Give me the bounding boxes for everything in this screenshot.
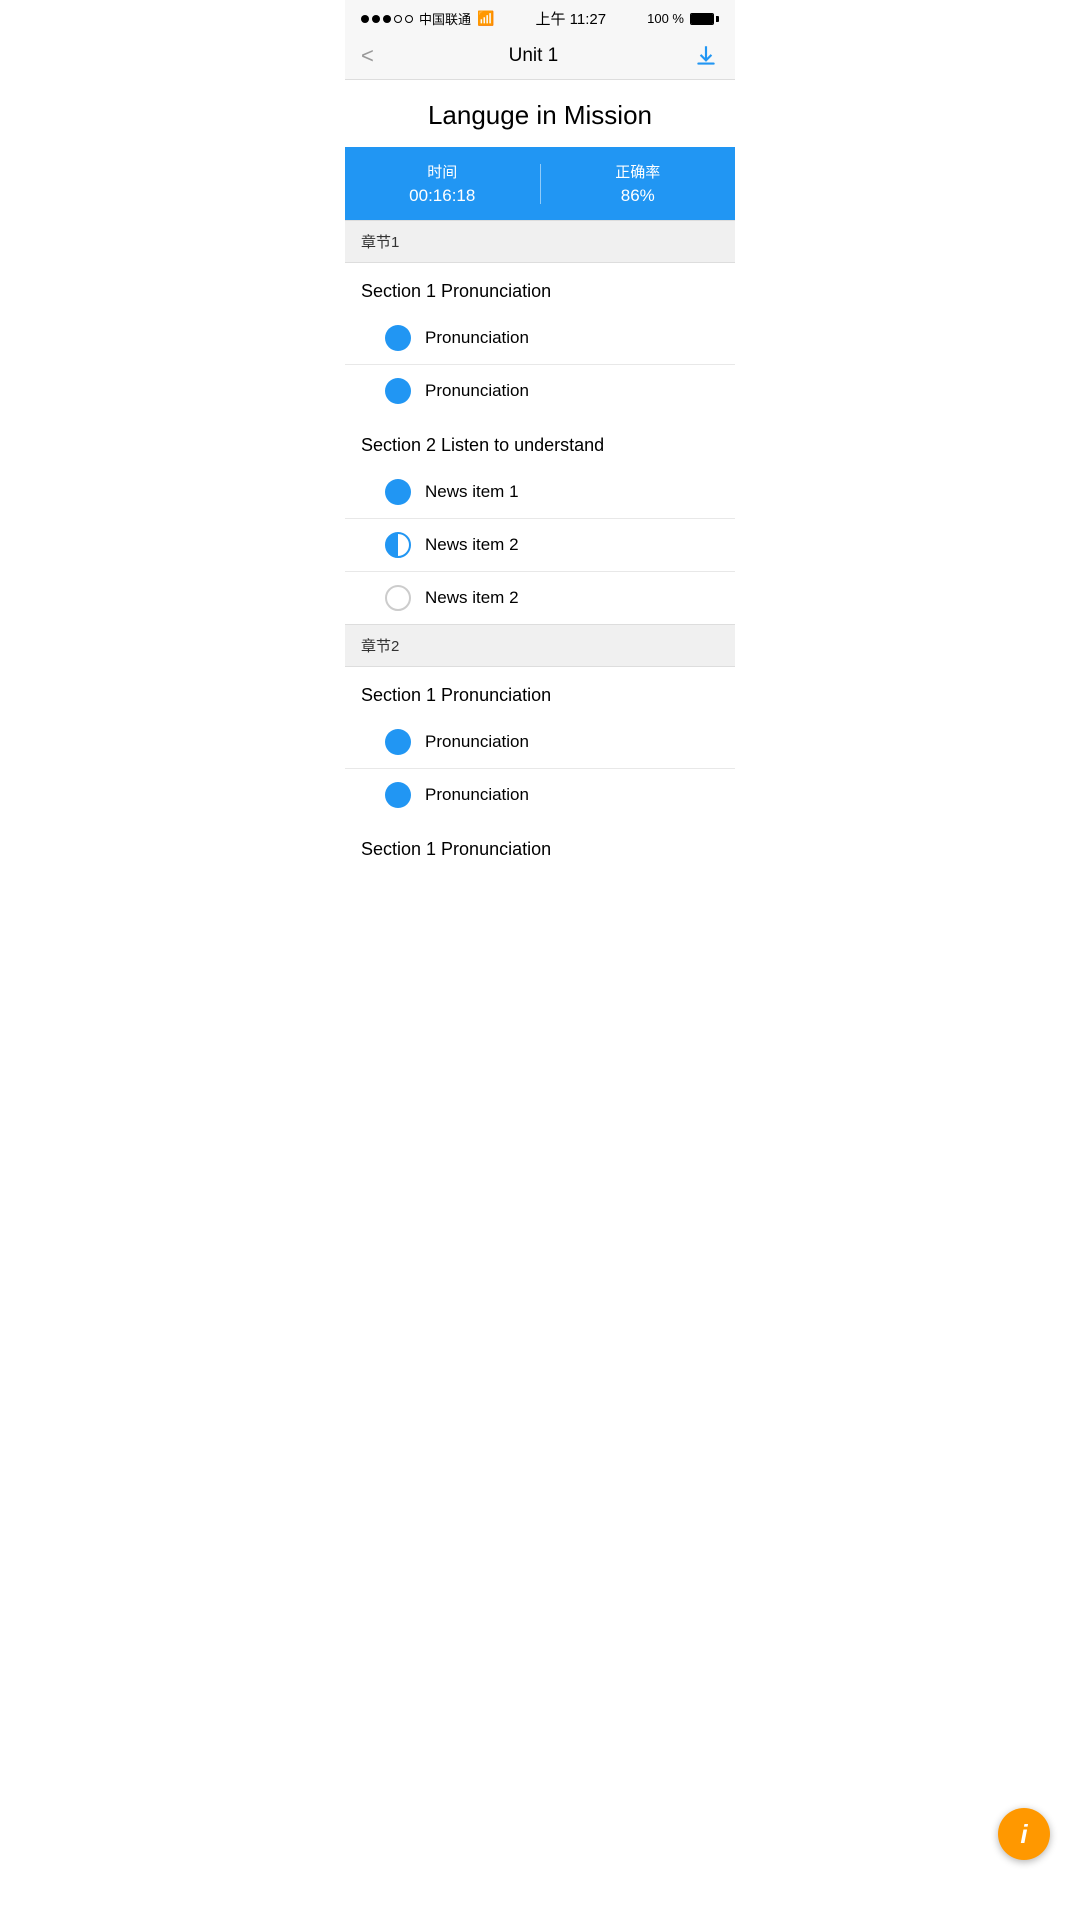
status-empty-icon — [385, 585, 411, 611]
section-1-items: Pronunciation Pronunciation — [345, 312, 735, 417]
list-item[interactable]: News item 2 — [345, 572, 735, 624]
accuracy-value: 86% — [541, 186, 736, 206]
signal-dots — [361, 15, 413, 23]
status-time: 上午 11:27 — [535, 8, 606, 29]
status-full-icon — [385, 378, 411, 404]
accuracy-stat-block: 正确率 86% — [541, 161, 736, 206]
battery-icon — [690, 13, 719, 25]
wifi-icon: 📶 — [477, 10, 494, 27]
list-item[interactable]: News item 2 — [345, 519, 735, 572]
info-button[interactable]: i — [998, 1808, 1050, 1860]
nav-bar: < Unit 1 — [345, 33, 735, 80]
battery-percent: 100 % — [647, 11, 684, 26]
chapter2-section-1-items: Pronunciation Pronunciation — [345, 716, 735, 821]
signal-dot-2 — [372, 15, 380, 23]
battery-tip — [716, 16, 719, 22]
page-title: Languge in Mission — [345, 80, 735, 147]
chapter-2-header: 章节2 — [345, 624, 735, 667]
section-2-title: Section 2 Listen to understand — [345, 417, 735, 466]
status-half-icon — [385, 532, 411, 558]
back-button[interactable]: < — [361, 43, 374, 69]
chapter2-section-2-title: Section 1 Pronunciation — [345, 821, 735, 870]
item-label: News item 2 — [425, 588, 519, 608]
accuracy-label: 正确率 — [541, 161, 736, 182]
list-item[interactable]: News item 1 — [345, 466, 735, 519]
item-label: Pronunciation — [425, 328, 529, 348]
download-icon — [693, 43, 719, 69]
section-2-items: News item 1 News item 2 News item 2 — [345, 466, 735, 624]
list-item[interactable]: Pronunciation — [345, 716, 735, 769]
status-bar: 中国联通 📶 上午 11:27 100 % — [345, 0, 735, 33]
battery-fill — [691, 14, 713, 24]
time-label: 时间 — [345, 161, 540, 182]
status-full-icon — [385, 479, 411, 505]
list-item[interactable]: Pronunciation — [345, 365, 735, 417]
signal-dot-1 — [361, 15, 369, 23]
section-1-title: Section 1 Pronunciation — [345, 263, 735, 312]
back-chevron-icon[interactable]: < — [361, 43, 374, 69]
chapter-1-header: 章节1 — [345, 220, 735, 263]
nav-title: Unit 1 — [509, 45, 559, 67]
item-label: Pronunciation — [425, 785, 529, 805]
signal-dot-3 — [383, 15, 391, 23]
download-button[interactable] — [693, 43, 719, 69]
chapter2-section-1-title: Section 1 Pronunciation — [345, 667, 735, 716]
battery-body — [690, 13, 714, 25]
stats-bar: 时间 00:16:18 正确率 86% — [345, 147, 735, 220]
item-label: Pronunciation — [425, 732, 529, 752]
status-full-icon — [385, 729, 411, 755]
time-stat-block: 时间 00:16:18 — [345, 161, 540, 206]
list-item[interactable]: Pronunciation — [345, 312, 735, 365]
status-full-icon — [385, 325, 411, 351]
item-label: News item 2 — [425, 535, 519, 555]
item-label: Pronunciation — [425, 381, 529, 401]
signal-dot-4 — [394, 15, 402, 23]
item-label: News item 1 — [425, 482, 519, 502]
carrier-label: 中国联通 — [419, 9, 471, 28]
signal-dot-5 — [405, 15, 413, 23]
status-full-icon — [385, 782, 411, 808]
time-value: 00:16:18 — [345, 186, 540, 206]
status-left: 中国联通 📶 — [361, 9, 494, 28]
status-right: 100 % — [647, 11, 719, 26]
list-item[interactable]: Pronunciation — [345, 769, 735, 821]
